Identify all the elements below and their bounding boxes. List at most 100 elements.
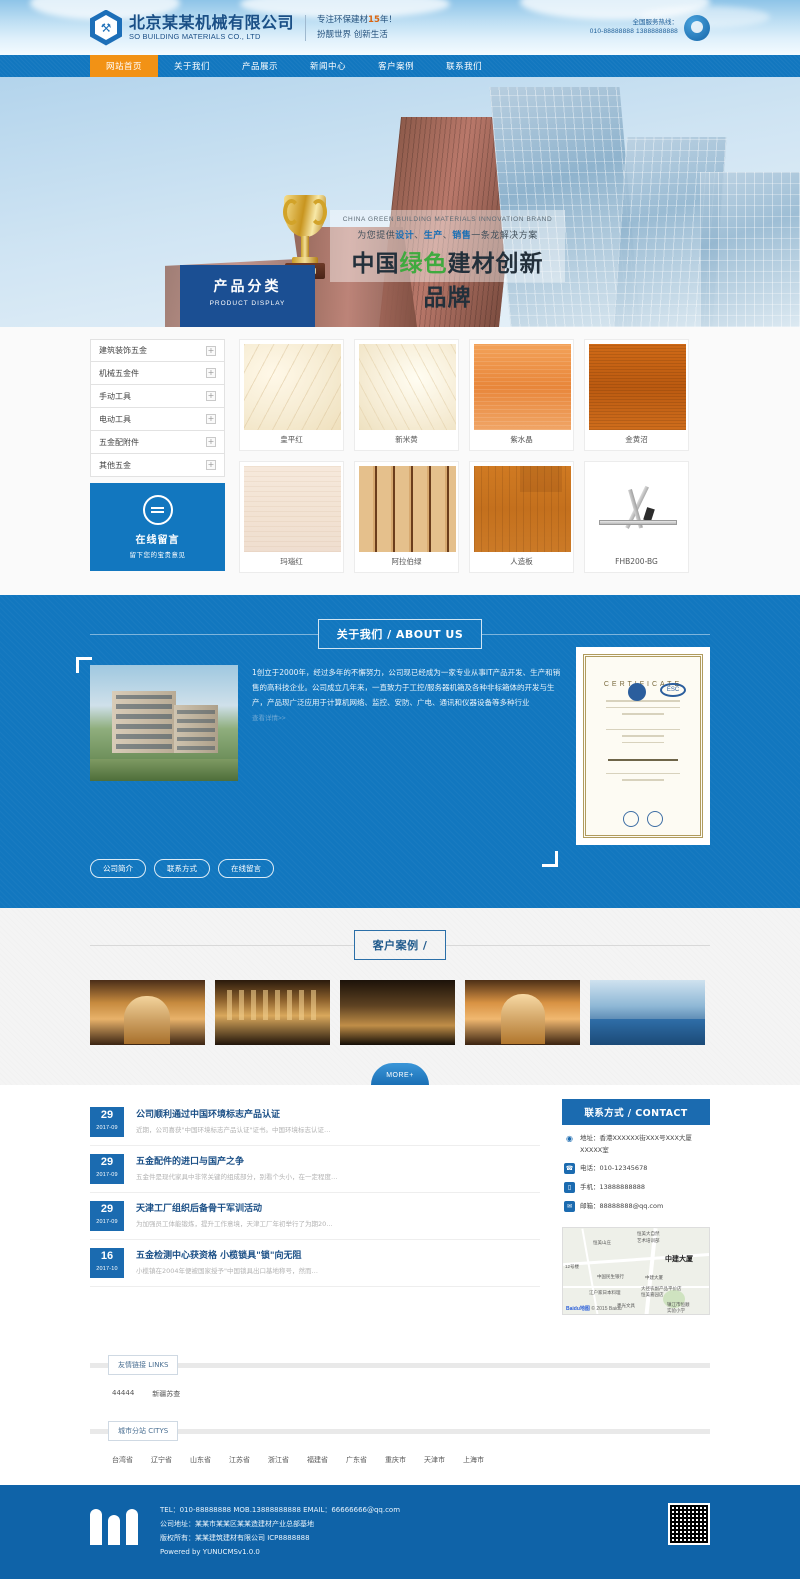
case-item[interactable] [340, 980, 455, 1045]
nav-item-0[interactable]: 网站首页 [90, 55, 159, 77]
footer-copyright-line: 版权所有：某某建筑建材有限公司 ICP8888888 [160, 1534, 310, 1543]
contact-row: ▯ 手机：13888888888 [564, 1182, 708, 1194]
product-category-item-2[interactable]: 手动工具 + [90, 385, 225, 408]
product-category-item-0[interactable]: 建筑装饰五金 + [90, 339, 225, 362]
city-link-item[interactable]: 辽宁省 [151, 1455, 172, 1465]
message-box-title: 在线留言 [135, 535, 180, 546]
news-text: 公司顺利通过中国环境标志产品认证 近期，公司喜获"中国环境标志产品认证"证书。中国… [136, 1107, 540, 1137]
map-label: 12号楼 [565, 1264, 580, 1270]
online-message-box[interactable]: 在线留言 留下您的宝贵意见 [90, 483, 225, 571]
expand-plus-icon[interactable]: + [206, 391, 216, 401]
wrench-hex-icon: ⚒ [90, 9, 122, 46]
city-link-item[interactable]: 天津市 [424, 1455, 445, 1465]
city-link-item[interactable]: 重庆市 [385, 1455, 406, 1465]
case-item[interactable] [90, 980, 205, 1045]
contact-header: 联系方式 / CONTACT [562, 1099, 710, 1125]
hero-title-green: 绿色 [399, 251, 448, 277]
hero-text-block: CHINA GREEN BUILDING MATERIALS INNOVATIO… [330, 210, 565, 311]
case-item[interactable] [465, 980, 580, 1045]
news-date-badge: 29 2017-09 [90, 1154, 124, 1184]
news-item[interactable]: 29 2017-09 天津工厂组织后备骨干军训活动 为加强员工体能锻炼，提升工作意境，… [90, 1193, 540, 1240]
more-button[interactable]: MORE+ [371, 1063, 429, 1085]
city-link-item[interactable]: 福建省 [307, 1455, 328, 1465]
news-month: 2017-10 [96, 1266, 118, 1272]
headset-icon [684, 14, 710, 41]
product-category-item-3[interactable]: 电动工具 + [90, 408, 225, 431]
about-section-title: 关于我们 / ABOUT US [317, 619, 483, 649]
city-link-item[interactable]: 浙江省 [268, 1455, 289, 1465]
city-link-item[interactable]: 台湾省 [112, 1455, 133, 1465]
contact-text: 地址：香港XXXXXX街XXX号XXX大厦XXXXX室 [580, 1133, 708, 1156]
expand-plus-icon[interactable]: + [206, 345, 216, 356]
product-card[interactable]: 皇平红 [239, 339, 344, 451]
expand-plus-icon[interactable]: + [206, 414, 216, 424]
news-item[interactable]: 16 2017-10 五金检测中心获资格 小榄锁具"锁"向无阻 小榄镇在2004年便被… [90, 1240, 540, 1287]
hero-sub-pre: 为您提供 [357, 231, 396, 241]
product-image [244, 466, 341, 552]
product-category-sidebar: 建筑装饰五金 + 机械五金件 + 手动工具 + 电动工具 + 五金配附件 + 其他五金 + 在线留言 … [90, 339, 225, 573]
product-card[interactable]: 阿拉伯绿 [354, 461, 459, 573]
news-title[interactable]: 五金检测中心获资格 小榄锁具"锁"向无阻 [136, 1248, 540, 1261]
city-link-item[interactable]: 广东省 [346, 1455, 367, 1465]
friendly-link-item[interactable]: 新疆苏查 [152, 1389, 180, 1399]
logo-text[interactable]: 北京某某机械有限公司 SO BUILDING MATERIALS CO., LT… [129, 14, 294, 41]
news-title[interactable]: 公司顺利通过中国环境标志产品认证 [136, 1107, 540, 1120]
about-button-2[interactable]: 在线留言 [218, 859, 274, 878]
product-card[interactable]: 金黄沼 [584, 339, 689, 451]
about-button-1[interactable]: 联系方式 [154, 859, 210, 878]
product-card[interactable]: 紫水晶 [469, 339, 574, 451]
city-links-title: 城市分站 CITYS [108, 1421, 179, 1442]
header-hotline: 全国服务热线： 010-88888888 13888888888 [590, 14, 710, 41]
mobile-phone-icon: ▯ [564, 1182, 575, 1194]
case-item[interactable] [215, 980, 330, 1045]
city-link-item[interactable]: 山东省 [190, 1455, 211, 1465]
friendly-links-title: 友情链接 LINKS [108, 1355, 179, 1376]
about-button-0[interactable]: 公司简介 [90, 859, 146, 878]
baidu-map[interactable]: 中建大厦 恒美大自然 艺术培训部 恒美山庄 12号楼 中国民生银行 中建大厦 大… [562, 1227, 710, 1316]
about-text: 1创立于2000年，经过多年的不懈努力，公司现已经成为一家专业从事IT产品开发、… [238, 665, 576, 845]
contact-label: 手机： [580, 1183, 600, 1192]
nav-item-1[interactable]: 关于我们 [158, 55, 226, 77]
product-card[interactable]: 新米黄 [354, 339, 459, 451]
news-month: 2017-09 [96, 1125, 118, 1131]
site-footer: TEL：010-88888888 MOB.13888888888 EMAIL：6… [0, 1485, 800, 1579]
title-line-left [90, 633, 318, 635]
news-month: 2017-09 [96, 1172, 118, 1178]
city-link-item[interactable]: 上海市 [463, 1455, 484, 1465]
nav-item-2[interactable]: 产品展示 [226, 55, 294, 77]
nav-item-5[interactable]: 联系我们 [430, 55, 498, 77]
hero-subtitle: 为您提供设计、生产、销售一条龙解决方案 [340, 228, 555, 241]
product-image [244, 344, 341, 430]
expand-plus-icon[interactable]: + [206, 460, 216, 470]
expand-plus-icon[interactable]: + [206, 437, 216, 447]
product-category-item-4[interactable]: 五金配附件 + [90, 431, 225, 454]
product-caption: 玛瑙红 [280, 557, 303, 566]
product-category-item-5[interactable]: 其他五金 + [90, 454, 225, 477]
contact-panel: 联系方式 / CONTACT ◉ 地址：香港XXXXXX街XXX号XXX大厦XXX… [562, 1099, 710, 1316]
product-caption: FHB200-BG [615, 557, 658, 566]
city-link-item[interactable]: 江苏省 [229, 1455, 250, 1465]
news-item[interactable]: 29 2017-09 公司顺利通过中国环境标志产品认证 近期，公司喜获"中国环境标志产… [90, 1099, 540, 1146]
product-card[interactable]: 人造板 [469, 461, 574, 573]
more-row: MORE+ [90, 1063, 710, 1085]
about-more-link[interactable]: 查看详情>> [252, 712, 562, 722]
case-item[interactable] [590, 980, 705, 1045]
company-logo[interactable]: ⚒ [90, 9, 122, 46]
product-category-item-1[interactable]: 机械五金件 + [90, 362, 225, 385]
nav-item-3[interactable]: 新闻中心 [294, 55, 362, 77]
news-item[interactable]: 29 2017-09 五金配件的进口与国产之争 五金件是现代家具中非常关键的组成部分，… [90, 1146, 540, 1193]
cases-section-title: 客户案例 / [353, 930, 447, 960]
product-card[interactable]: FHB200-BG [584, 461, 689, 573]
product-grid: 皇平红 新米黄 紫水晶 金黄沼玛瑙红 阿拉伯绿 人造板 FHB200-BG [239, 339, 710, 573]
news-title[interactable]: 天津工厂组织后备骨干军训活动 [136, 1201, 540, 1214]
nav-item-4[interactable]: 客户案例 [362, 55, 430, 77]
expand-plus-icon[interactable]: + [206, 368, 216, 378]
map-label: 恒美大自然 [637, 1231, 660, 1237]
news-text: 五金检测中心获资格 小榄锁具"锁"向无阻 小榄镇在2004年便被国家授予"中国锁具… [136, 1248, 540, 1278]
product-card[interactable]: 玛瑙红 [239, 461, 344, 573]
news-title[interactable]: 五金配件的进口与国产之争 [136, 1154, 540, 1167]
friendly-links-list: 44444 新疆苏查 [90, 1375, 710, 1399]
friendly-link-item[interactable]: 44444 [112, 1389, 134, 1399]
news-month: 2017-09 [96, 1219, 118, 1225]
contact-label: 电话： [580, 1164, 600, 1173]
